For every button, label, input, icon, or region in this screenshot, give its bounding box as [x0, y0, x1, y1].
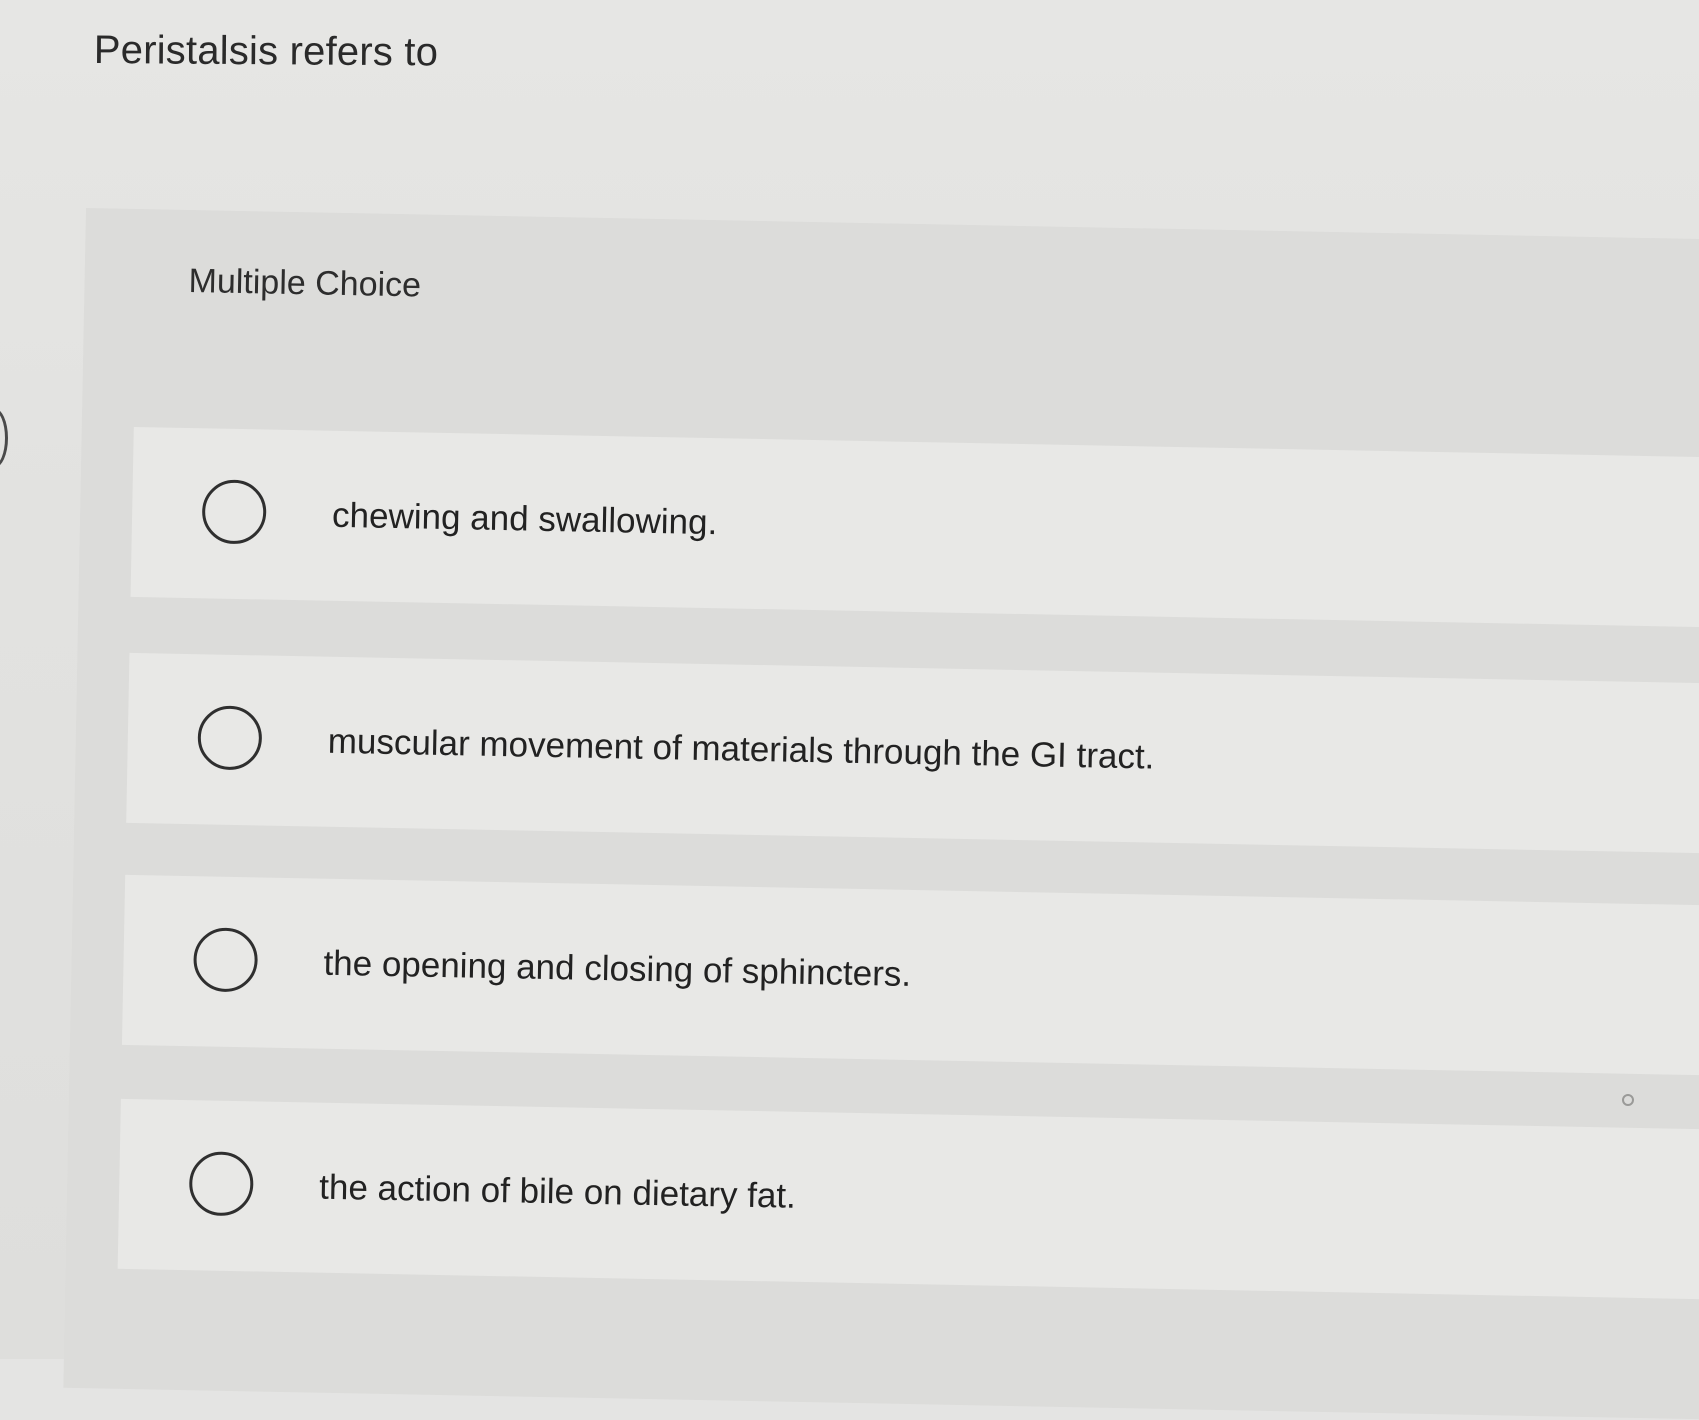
question-type-label: Multiple Choice: [188, 261, 422, 305]
radio-button-icon[interactable]: [197, 705, 263, 771]
edge-arc-icon: [0, 408, 8, 468]
screen-speck-icon: [1622, 1094, 1634, 1106]
multiple-choice-panel: Multiple Choice chewing and swallowing. …: [63, 208, 1699, 1420]
answer-option-3[interactable]: the opening and closing of sphincters.: [121, 874, 1699, 1076]
screen: Peristalsis refers to Multiple Choice ch…: [0, 0, 1699, 1420]
answer-option-label: the opening and closing of sphincters.: [323, 943, 912, 994]
answer-option-4[interactable]: the action of bile on dietary fat.: [117, 1098, 1699, 1300]
radio-button-icon[interactable]: [201, 479, 267, 545]
radio-button-icon[interactable]: [192, 927, 259, 993]
answer-option-2[interactable]: muscular movement of materials through t…: [126, 652, 1699, 854]
radio-button-icon[interactable]: [188, 1151, 254, 1217]
answer-option-1[interactable]: chewing and swallowing.: [130, 426, 1699, 628]
answer-option-label: muscular movement of materials through t…: [327, 721, 1155, 777]
answer-option-label: the action of bile on dietary fat.: [318, 1167, 797, 1216]
answer-option-label: chewing and swallowing.: [331, 495, 718, 543]
question-prompt: Peristalsis refers to: [93, 28, 439, 75]
